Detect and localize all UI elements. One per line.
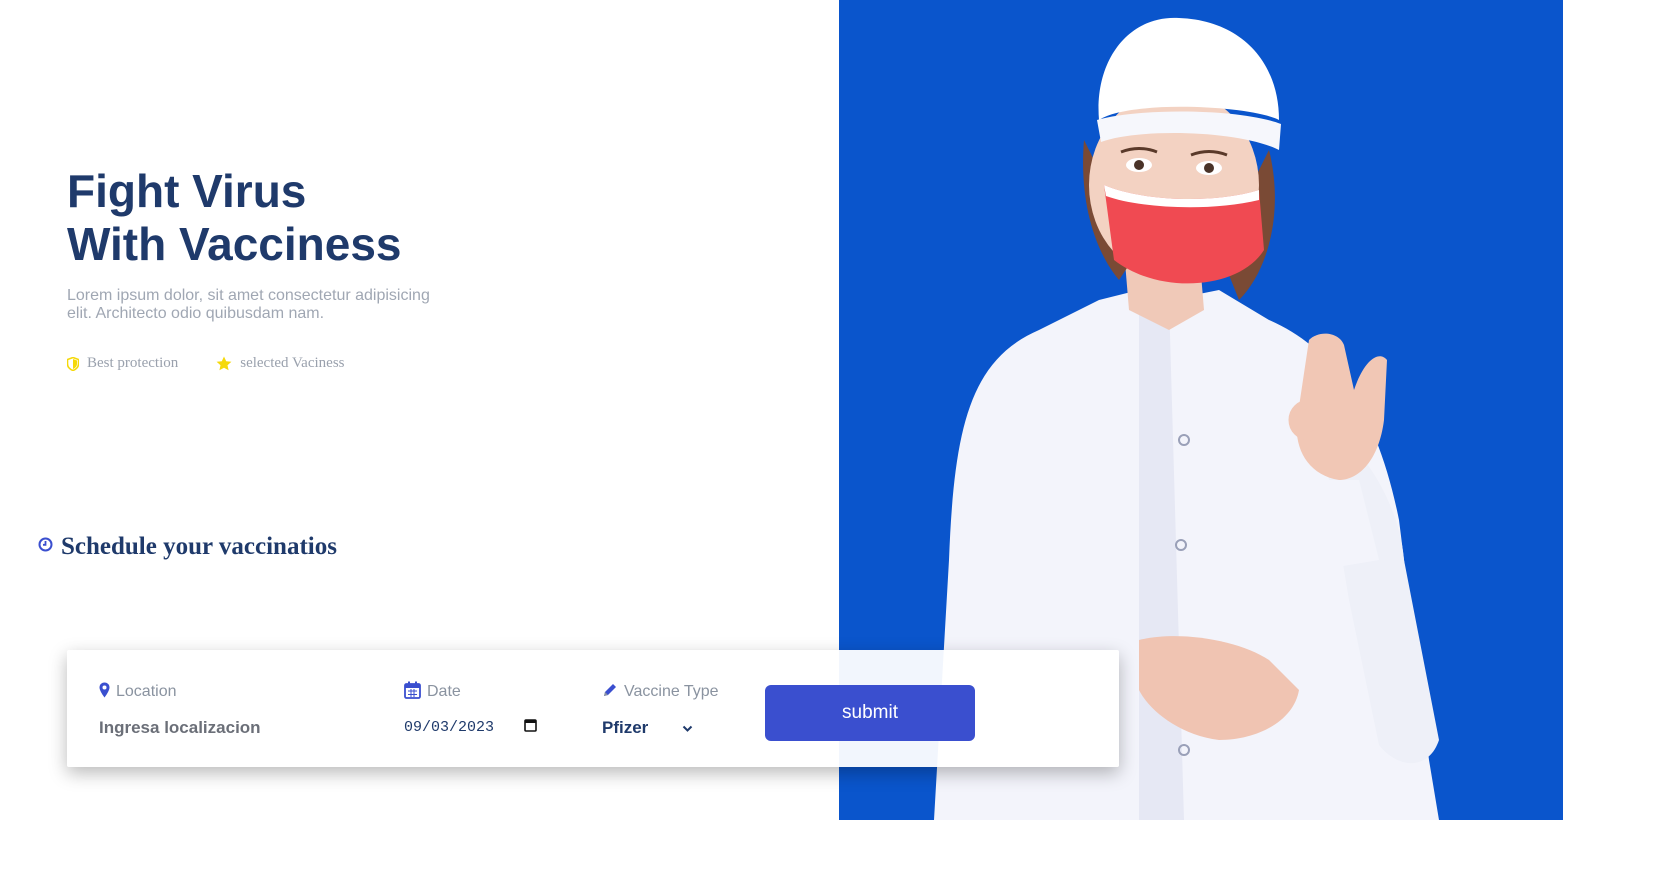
- location-input[interactable]: [99, 718, 349, 738]
- shield-icon: [67, 356, 79, 371]
- feature-selected-vaciness: selected Vaciness: [216, 355, 345, 372]
- pencil-icon: [602, 682, 618, 703]
- vaccine-type-label: Vaccine Type: [624, 683, 719, 700]
- location-label: Location: [116, 683, 177, 700]
- feature-label: selected Vaciness: [240, 355, 345, 371]
- date-field: Date 09/03/2023: [404, 681, 537, 737]
- hero-title-line-1: Fight Virus: [67, 165, 307, 217]
- star-icon: [216, 356, 232, 371]
- vaccine-type-label-row: Vaccine Type: [602, 682, 719, 702]
- date-input[interactable]: 09/03/2023: [404, 718, 537, 737]
- location-label-row: Location: [99, 682, 349, 702]
- vaccine-type-value: Pfizer: [602, 718, 649, 737]
- chevron-down-icon[interactable]: [682, 718, 693, 738]
- vaccine-type-select[interactable]: Pfizer: [602, 718, 719, 738]
- feature-list: Best protection selected Vaciness: [67, 355, 345, 372]
- schedule-title: Schedule your vaccinatios: [61, 533, 337, 560]
- hero-description: Lorem ipsum dolor, sit amet consectetur …: [67, 287, 430, 322]
- hero-title: Fight Virus With Vacciness: [67, 165, 402, 271]
- date-label: Date: [427, 683, 461, 700]
- clock-icon: [38, 537, 53, 557]
- calendar-icon: [404, 681, 421, 704]
- calendar-picker-icon[interactable]: [524, 718, 537, 737]
- submit-button[interactable]: submit: [765, 685, 975, 741]
- location-field: Location: [99, 682, 349, 738]
- feature-label: Best protection: [87, 355, 179, 371]
- hero-title-line-2: With Vacciness: [67, 218, 402, 270]
- feature-best-protection: Best protection: [67, 355, 178, 372]
- schedule-heading: Schedule your vaccinatios: [38, 533, 337, 561]
- date-value: 09/03/2023: [404, 719, 495, 736]
- vaccine-type-field: Vaccine Type Pfizer: [602, 682, 719, 738]
- date-label-row: Date: [404, 681, 537, 704]
- map-pin-icon: [99, 682, 110, 703]
- schedule-form: Location Date 09/03/2023 Vaccine Type: [67, 650, 1119, 767]
